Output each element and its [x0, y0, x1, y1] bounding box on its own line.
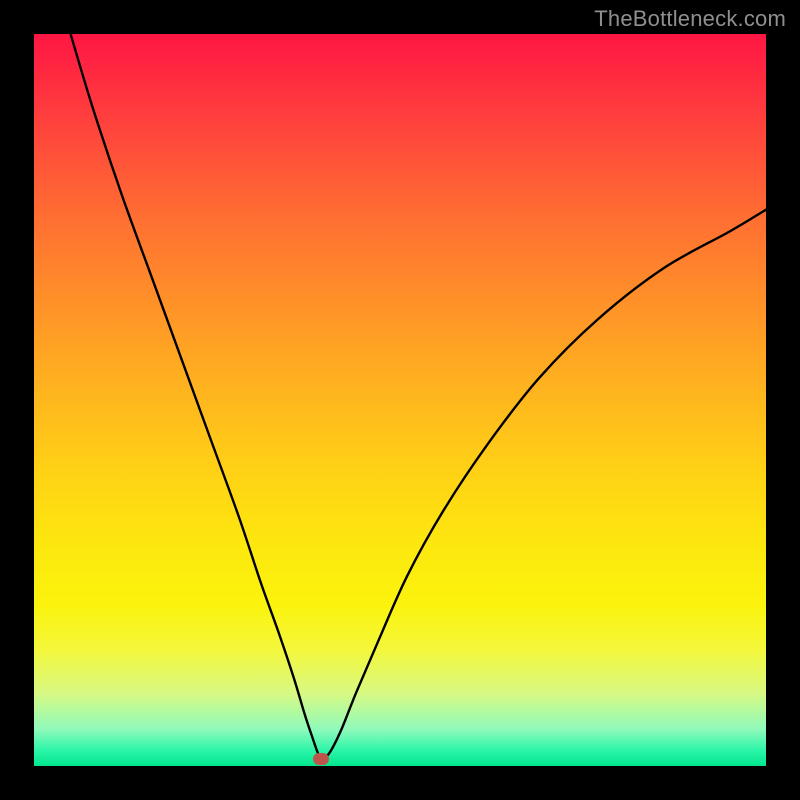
- chart-plot-area: [34, 34, 766, 766]
- optimal-marker: [313, 753, 329, 765]
- bottleneck-curve: [34, 34, 766, 766]
- chart-frame: TheBottleneck.com: [0, 0, 800, 800]
- watermark-text: TheBottleneck.com: [594, 6, 786, 32]
